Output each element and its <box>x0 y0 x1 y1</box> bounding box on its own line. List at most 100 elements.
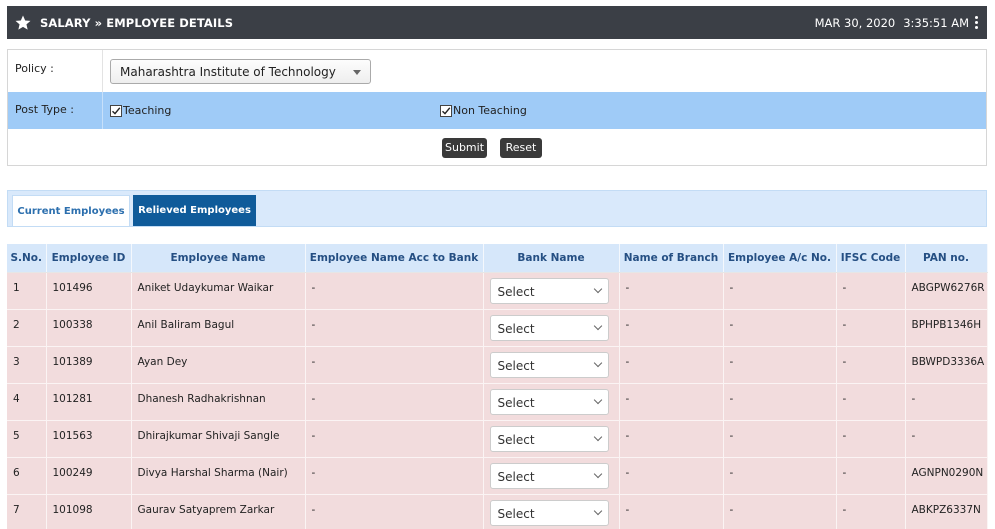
header-date: MAR 30, 2020 <box>814 15 896 30</box>
pan-number-cell: - <box>905 420 988 458</box>
bank-account-name-cell: - <box>305 383 484 421</box>
bank-select-value: Select <box>497 321 535 336</box>
employee-name-cell: Gaurav Satyaprem Zarkar <box>131 494 306 529</box>
bank-name-cell: Select <box>483 383 620 421</box>
submit-button[interactable]: Submit <box>442 138 487 158</box>
policy-select-value: Maharashtra Institute of Technology <box>120 65 336 79</box>
branch-name-cell: - <box>619 383 724 421</box>
filter-form: Policy : Maharashtra Institute of Techno… <box>7 49 987 166</box>
column-header: Employee A/c No. <box>723 244 837 273</box>
branch-name-cell: - <box>619 309 724 347</box>
bank-account-name-cell: - <box>305 420 484 458</box>
bank-select[interactable]: Select <box>489 462 609 489</box>
employee-id-cell: 101563 <box>46 420 132 458</box>
reset-button[interactable]: Reset <box>500 138 542 158</box>
account-number-cell: - <box>723 346 837 384</box>
form-actions: Submit Reset <box>8 129 986 166</box>
employee-id-cell: 100249 <box>46 457 132 495</box>
employee-id-cell: 101389 <box>46 346 132 384</box>
column-header: IFSC Code <box>836 244 906 273</box>
branch-name-cell: - <box>619 457 724 495</box>
pan-number-cell: ABGPW6276R <box>905 272 988 310</box>
header-time: 3:35:51 AM <box>903 15 969 30</box>
pan-number-cell: BBWPD3336A <box>905 346 988 384</box>
employee-name-cell: Ayan Dey <box>131 346 306 384</box>
employee-id-cell: 101098 <box>46 494 132 529</box>
table-row: 3 101389 Ayan Dey - Select - - - BBWPD3336A <box>7 346 988 384</box>
serial-number-cell: 1 <box>7 272 47 310</box>
bank-select-value: Select <box>497 284 535 299</box>
ifsc-code-cell: - <box>836 494 906 529</box>
policy-label: Policy : <box>15 62 54 75</box>
bank-name-cell: Select <box>483 457 620 495</box>
table-row: 4 101281 Dhanesh Radhakrishnan - Select - - - - <box>7 383 988 421</box>
chevron-down-icon <box>593 432 602 441</box>
ifsc-code-cell: - <box>836 383 906 421</box>
chevron-down-icon <box>593 469 602 478</box>
non-teaching-checkbox[interactable]: Non Teaching <box>440 104 527 117</box>
account-number-cell: - <box>723 494 837 529</box>
serial-number-cell: 4 <box>7 383 47 421</box>
bank-name-cell: Select <box>483 346 620 384</box>
post-type-row: Post Type : Teaching Non Teaching <box>8 92 986 129</box>
chevron-down-icon <box>593 358 602 367</box>
branch-name-cell: - <box>619 272 724 310</box>
column-header: Name of Branch <box>619 244 724 273</box>
star-icon[interactable] <box>13 13 33 33</box>
bank-select-value: Select <box>497 469 535 484</box>
teaching-checkbox[interactable]: Teaching <box>110 104 171 117</box>
tab-relieved-employees[interactable]: Relieved Employees <box>133 195 256 226</box>
ifsc-code-cell: - <box>836 309 906 347</box>
column-header: Employee Name Acc to Bank <box>305 244 484 273</box>
employee-name-cell: Dhirajkumar Shivaji Sangle <box>131 420 306 458</box>
bank-select-value: Select <box>497 395 535 410</box>
more-options-icon[interactable] <box>969 12 983 34</box>
account-number-cell: - <box>723 420 837 458</box>
bank-select[interactable]: Select <box>489 314 609 341</box>
branch-name-cell: - <box>619 420 724 458</box>
serial-number-cell: 6 <box>7 457 47 495</box>
bank-select-value: Select <box>497 432 535 447</box>
checkbox-checked-icon[interactable] <box>440 104 452 117</box>
non-teaching-label: Non Teaching <box>453 104 527 117</box>
header-bar: SALARY » EMPLOYEE DETAILS MAR 30, 2020 3… <box>7 6 987 39</box>
divider <box>102 92 103 129</box>
serial-number-cell: 3 <box>7 346 47 384</box>
table-row: 1 101496 Aniket Udaykumar Waikar - Select - - -… <box>7 272 988 310</box>
table-body: 1 101496 Aniket Udaykumar Waikar - Select - - -… <box>7 272 988 529</box>
branch-name-cell: - <box>619 494 724 529</box>
bank-select[interactable]: Select <box>489 351 609 378</box>
employee-name-cell: Anil Baliram Bagul <box>131 309 306 347</box>
chevron-down-icon <box>593 395 602 404</box>
table-row: 6 100249 Divya Harshal Sharma (Nair) - Selec… <box>7 457 988 495</box>
bank-select[interactable]: Select <box>489 277 609 304</box>
divider <box>102 50 103 92</box>
ifsc-code-cell: - <box>836 457 906 495</box>
serial-number-cell: 5 <box>7 420 47 458</box>
tab-current-employees[interactable]: Current Employees <box>12 195 130 226</box>
checkbox-checked-icon[interactable] <box>110 104 122 117</box>
bank-select[interactable]: Select <box>489 388 609 415</box>
account-number-cell: - <box>723 309 837 347</box>
pan-number-cell: BPHPB1346H <box>905 309 988 347</box>
bank-select[interactable]: Select <box>489 425 609 452</box>
bank-account-name-cell: - <box>305 272 484 310</box>
column-header: Employee ID <box>46 244 132 273</box>
teaching-label: Teaching <box>123 104 172 117</box>
column-header: PAN no. <box>905 244 988 273</box>
chevron-down-icon <box>593 321 602 330</box>
bank-account-name-cell: - <box>305 309 484 347</box>
column-header: Employee Name <box>131 244 306 273</box>
page-title: SALARY » EMPLOYEE DETAILS <box>40 15 234 30</box>
bank-select[interactable]: Select <box>489 499 609 526</box>
bank-select-value: Select <box>497 506 535 521</box>
policy-select[interactable]: Maharashtra Institute of Technology <box>110 59 371 84</box>
serial-number-cell: 7 <box>7 494 47 529</box>
bank-account-name-cell: - <box>305 346 484 384</box>
bank-name-cell: Select <box>483 272 620 310</box>
account-number-cell: - <box>723 272 837 310</box>
bank-name-cell: Select <box>483 420 620 458</box>
employee-tabs: Current Employees Relieved Employees <box>7 190 987 227</box>
column-header: S.No. <box>7 244 47 273</box>
account-number-cell: - <box>723 383 837 421</box>
